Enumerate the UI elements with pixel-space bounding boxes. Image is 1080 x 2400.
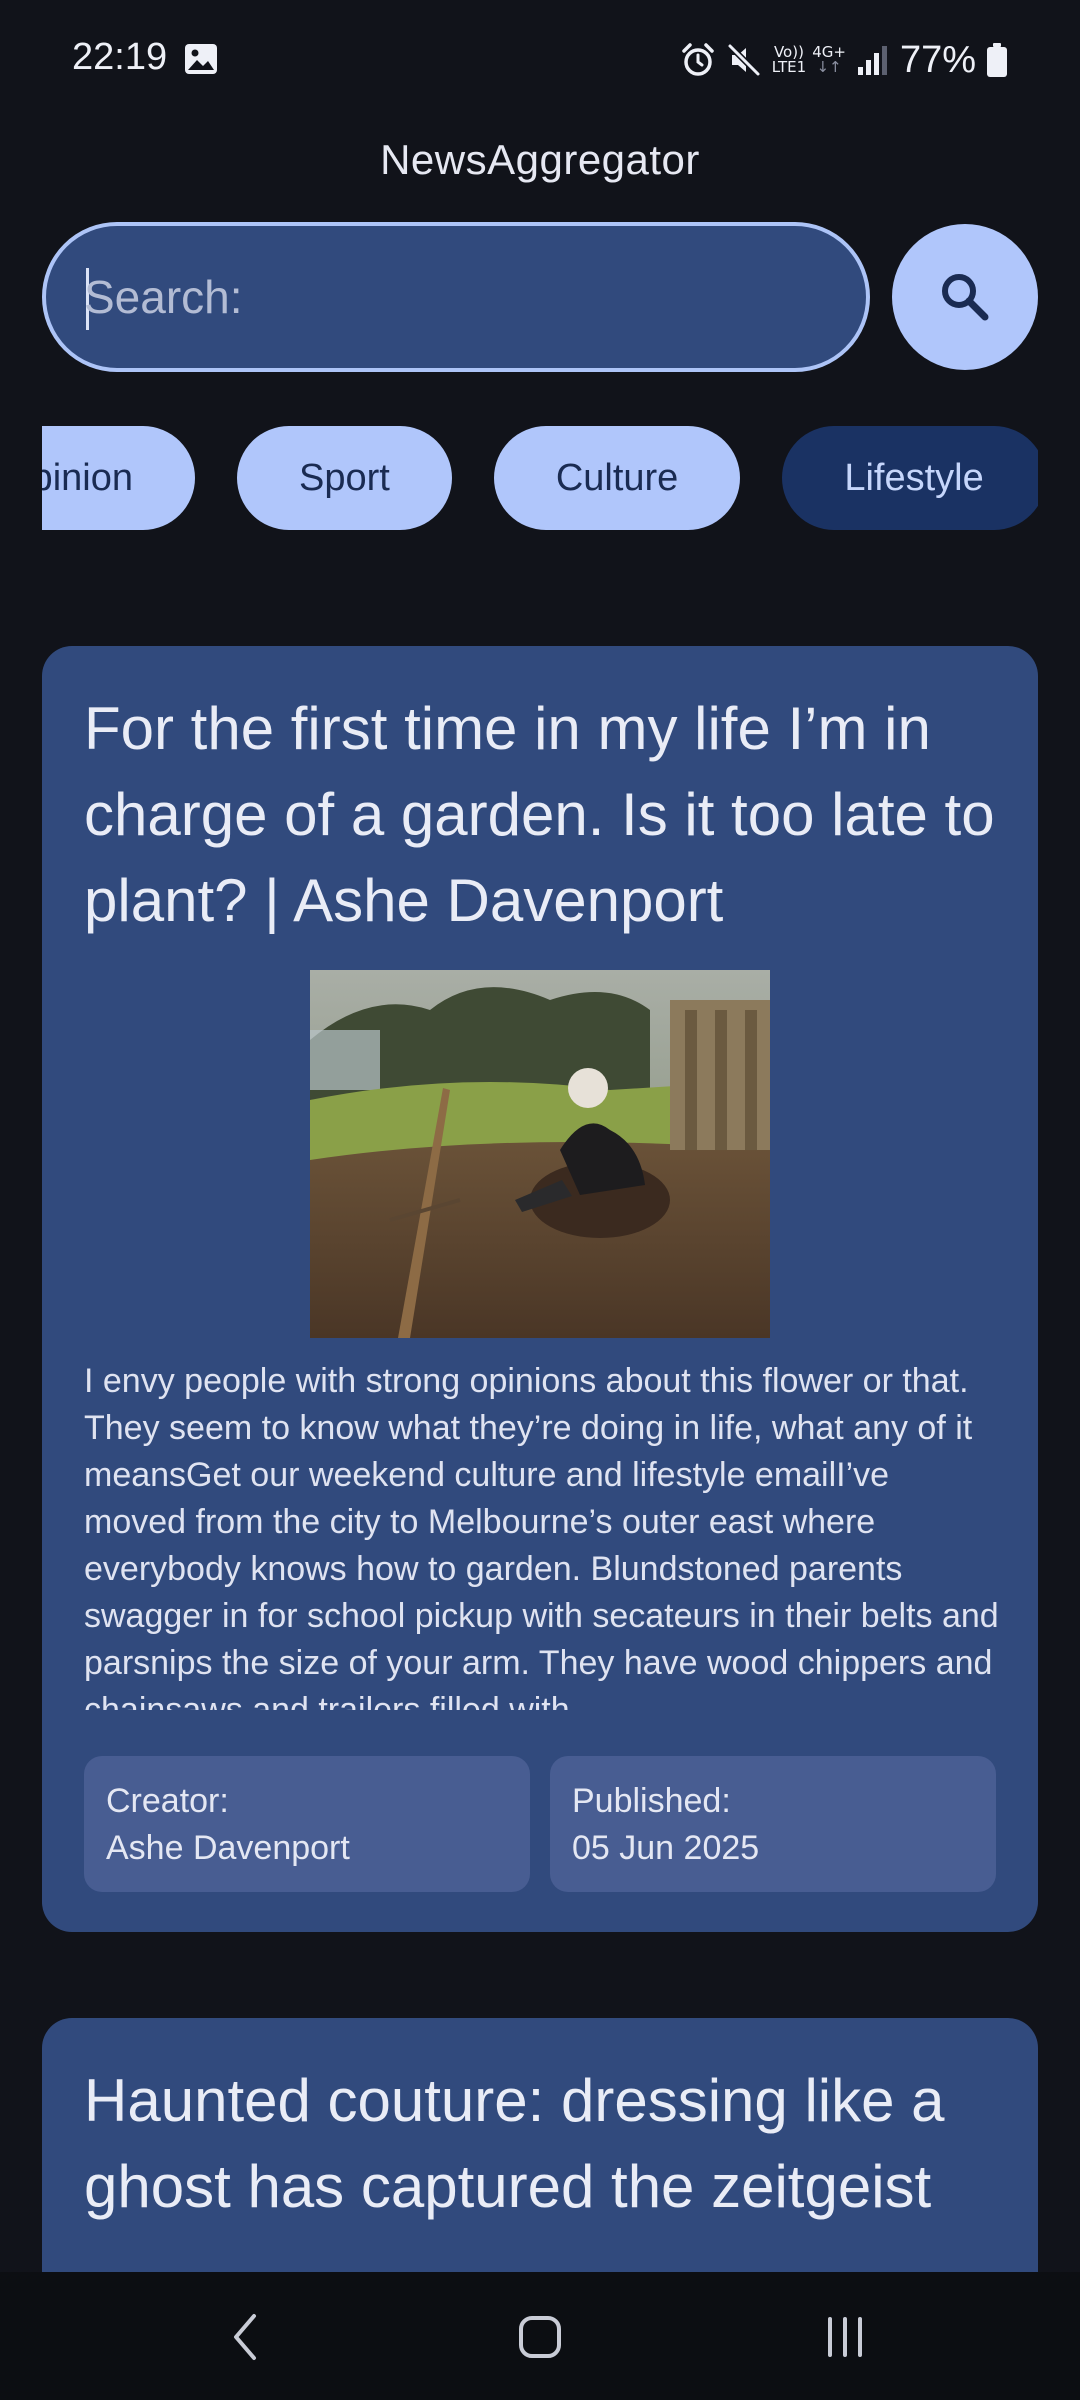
search-input[interactable] bbox=[84, 226, 824, 368]
creator-name: Ashe Davenport bbox=[106, 1829, 350, 1867]
app-title: NewsAggregator bbox=[380, 136, 700, 183]
back-icon[interactable] bbox=[222, 2312, 272, 2362]
signal-icon bbox=[857, 46, 887, 75]
category-chips[interactable]: Opinion Sport Culture Lifestyle bbox=[42, 426, 1038, 530]
garden-photo bbox=[310, 970, 770, 1338]
alarm-icon bbox=[681, 43, 714, 76]
chip-lifestyle[interactable]: Lifestyle bbox=[782, 426, 1038, 530]
chip-sport[interactable]: Sport bbox=[236, 426, 452, 530]
published-box: Published: 05 Jun 2025 bbox=[550, 1756, 996, 1892]
chip-culture[interactable]: Culture bbox=[493, 426, 741, 530]
creator-label: Creator: bbox=[106, 1782, 229, 1820]
status-icons: Vo)) LTE1 4G+ ↓↑ 77% bbox=[680, 36, 1008, 84]
mute-icon bbox=[727, 43, 760, 77]
search-button[interactable] bbox=[892, 224, 1038, 370]
gallery-icon bbox=[185, 44, 217, 74]
home-icon[interactable] bbox=[512, 2312, 568, 2362]
search-field[interactable] bbox=[42, 222, 870, 372]
article-summary: I envy people with strong opinions about… bbox=[84, 1362, 999, 1710]
category-chips-track: Opinion Sport Culture Lifestyle bbox=[42, 426, 1038, 530]
network-indicator: Vo)) LTE1 4G+ ↓↑ bbox=[772, 45, 846, 75]
lte-label: LTE1 bbox=[771, 58, 807, 76]
search-icon bbox=[942, 274, 989, 321]
battery-percent: 77% bbox=[899, 38, 976, 81]
battery-icon bbox=[987, 43, 1007, 77]
chip-opinion[interactable]: Opinion bbox=[42, 426, 195, 530]
navigation-bar bbox=[0, 2272, 1080, 2400]
status-bar: 22:19 Vo)) LTE1 4G+ ↓↑ 77% bbox=[0, 0, 1080, 120]
screen: 22:19 Vo)) LTE1 4G+ ↓↑ 77% NewsAggregato… bbox=[0, 0, 1080, 2400]
article-title[interactable]: Haunted couture: dressing like a ghost h… bbox=[84, 2058, 1004, 2230]
data-arrows-icon: ↓↑ bbox=[816, 58, 842, 76]
article-card[interactable]: For the first time in my life I’m in cha… bbox=[42, 646, 1038, 1932]
published-date: 05 Jun 2025 bbox=[572, 1829, 760, 1867]
article-title[interactable]: For the first time in my life I’m in cha… bbox=[84, 686, 1004, 944]
article-image bbox=[310, 970, 770, 1338]
published-label: Published: bbox=[572, 1782, 731, 1820]
creator-box: Creator: Ashe Davenport bbox=[84, 1756, 530, 1892]
status-time: 22:19 bbox=[72, 36, 168, 78]
recents-icon[interactable] bbox=[822, 2312, 868, 2362]
